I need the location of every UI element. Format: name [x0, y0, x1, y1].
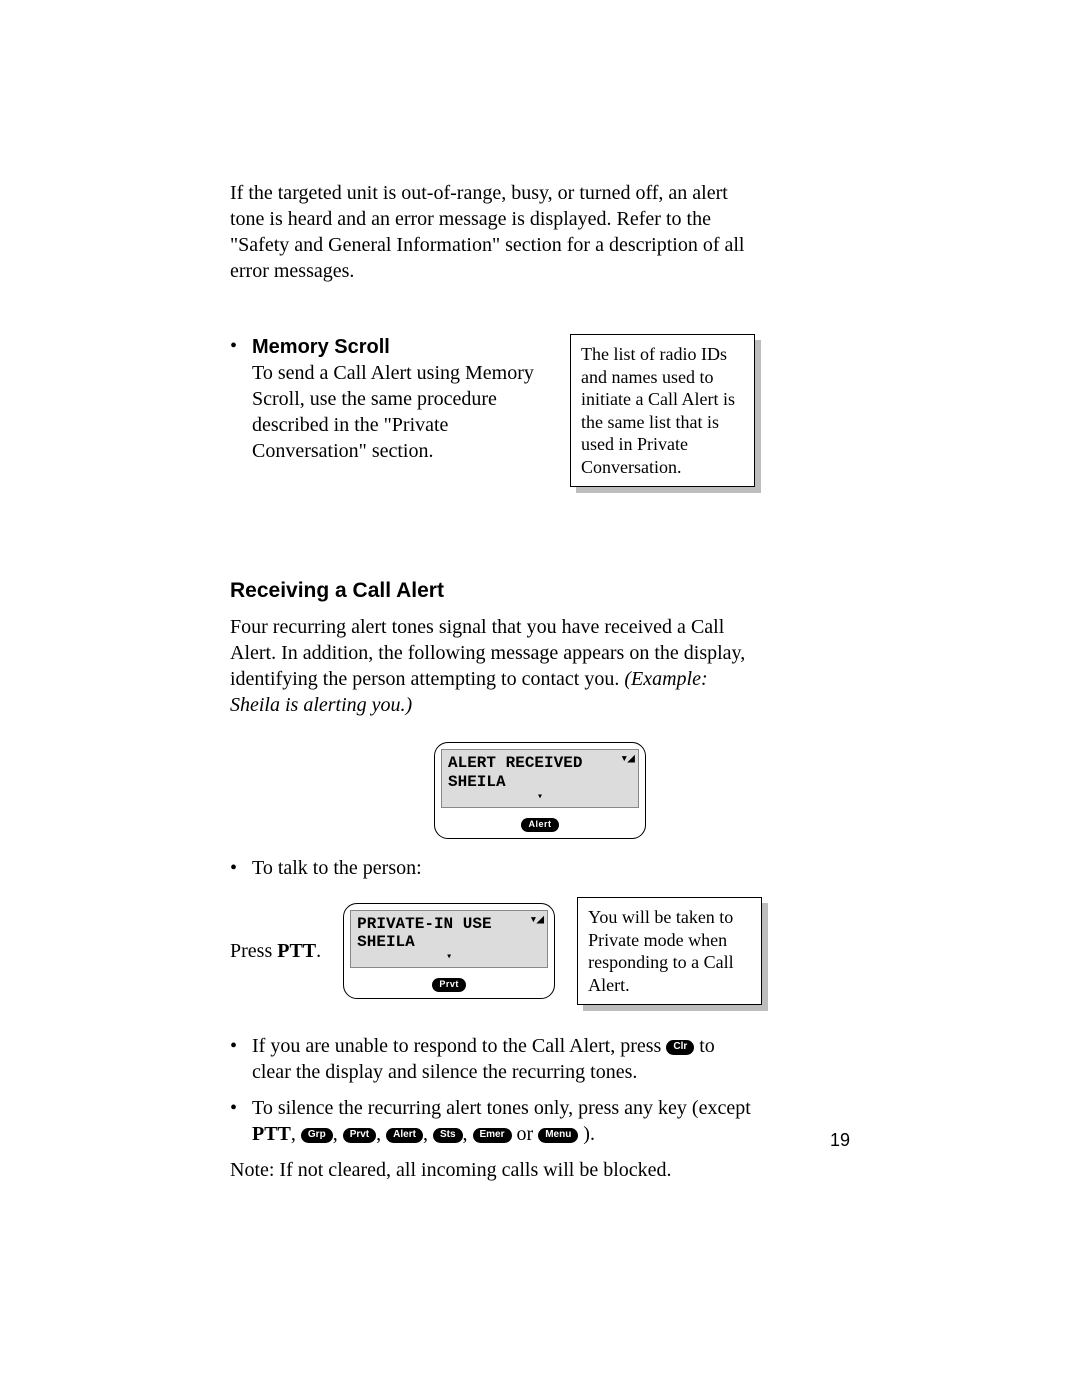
silence-ptt: PTT [252, 1123, 291, 1145]
intro-paragraph: If the targeted unit is out-of-range, bu… [230, 180, 750, 284]
bullet-dot: • [230, 1095, 252, 1121]
private-note: You will be taken to Private mode when r… [577, 897, 762, 1005]
press-prefix: Press [230, 940, 277, 962]
prvt-key-icon: Prvt [343, 1128, 376, 1143]
page: If the targeted unit is out-of-range, bu… [0, 0, 1080, 1397]
lcd2-button: Prvt [432, 978, 466, 992]
lcd1-button: Alert [521, 818, 558, 832]
signal-icon: ▾◢ [620, 752, 634, 767]
sep4: , [463, 1123, 473, 1145]
press-label: Press PTT. [230, 938, 321, 964]
sep3: , [423, 1123, 433, 1145]
sts-key-icon: Sts [433, 1128, 463, 1143]
emer-key-icon: Emer [473, 1128, 512, 1143]
lcd1-line1: ALERT RECEIVED [448, 754, 632, 772]
clr-key-icon: Clr [666, 1040, 694, 1055]
bullet-dot: • [230, 1033, 252, 1059]
menu-key-icon: Menu [538, 1128, 578, 1143]
bullet-dot: • [230, 855, 252, 881]
lcd-screen-alert: ▾◢ ALERT RECEIVED SHEILA ▾ Alert [434, 742, 646, 839]
sep1: , [333, 1123, 343, 1145]
grp-key-icon: Grp [301, 1128, 333, 1143]
final-note: Note: If not cleared, all incoming calls… [230, 1157, 850, 1183]
section-body: Four recurring alert tones signal that y… [230, 614, 750, 718]
sep0: , [291, 1123, 301, 1145]
silence-bullet: • To silence the recurring alert tones o… [230, 1095, 850, 1147]
talk-bullet: • To talk to the person: [230, 855, 850, 881]
memory-scroll-note: The list of radio IDs and names used to … [570, 334, 755, 487]
or-word: or [512, 1123, 539, 1145]
unable-pre: If you are unable to respond to the Call… [252, 1035, 666, 1057]
triangle-icon: ▾ [448, 793, 632, 803]
triangle-icon: ▾ [357, 953, 541, 963]
silence-pre: To silence the recurring alert tones onl… [252, 1097, 751, 1119]
memory-scroll-row: • Memory Scroll To send a Call Alert usi… [230, 334, 850, 487]
talk-bullet-text: To talk to the person: [252, 855, 422, 881]
silence-close: ). [578, 1123, 595, 1145]
lcd1-wrap: ▾◢ ALERT RECEIVED SHEILA ▾ Alert [230, 742, 850, 839]
press-key: PTT [277, 940, 316, 962]
press-suffix: . [316, 940, 321, 962]
lcd2-line2: SHEILA [357, 933, 541, 951]
alert-key-icon: Alert [386, 1128, 423, 1143]
unable-bullet: • If you are unable to respond to the Ca… [230, 1033, 850, 1085]
final-bullets: • If you are unable to respond to the Ca… [230, 1033, 850, 1147]
private-note-text: You will be taken to Private mode when r… [577, 897, 762, 1005]
signal-icon: ▾◢ [529, 913, 543, 928]
lcd1-line2: SHEILA [448, 773, 632, 791]
memory-scroll-body: To send a Call Alert using Memory Scroll… [252, 362, 534, 462]
lcd-screen-private: ▾◢ PRIVATE-IN USE SHEILA ▾ Prvt [343, 903, 555, 1000]
memory-scroll-note-text: The list of radio IDs and names used to … [570, 334, 755, 487]
press-row: Press PTT. ▾◢ PRIVATE-IN USE SHEILA ▾ Pr… [230, 897, 850, 1005]
memory-scroll-title: Memory Scroll [252, 336, 390, 358]
section-heading: Receiving a Call Alert [230, 577, 850, 604]
memory-scroll-bullet: • Memory Scroll To send a Call Alert usi… [230, 334, 540, 464]
lcd2-line1: PRIVATE-IN USE [357, 915, 541, 933]
page-number: 19 [830, 1129, 850, 1152]
sep2: , [376, 1123, 386, 1145]
bullet-dot: • [230, 334, 252, 358]
